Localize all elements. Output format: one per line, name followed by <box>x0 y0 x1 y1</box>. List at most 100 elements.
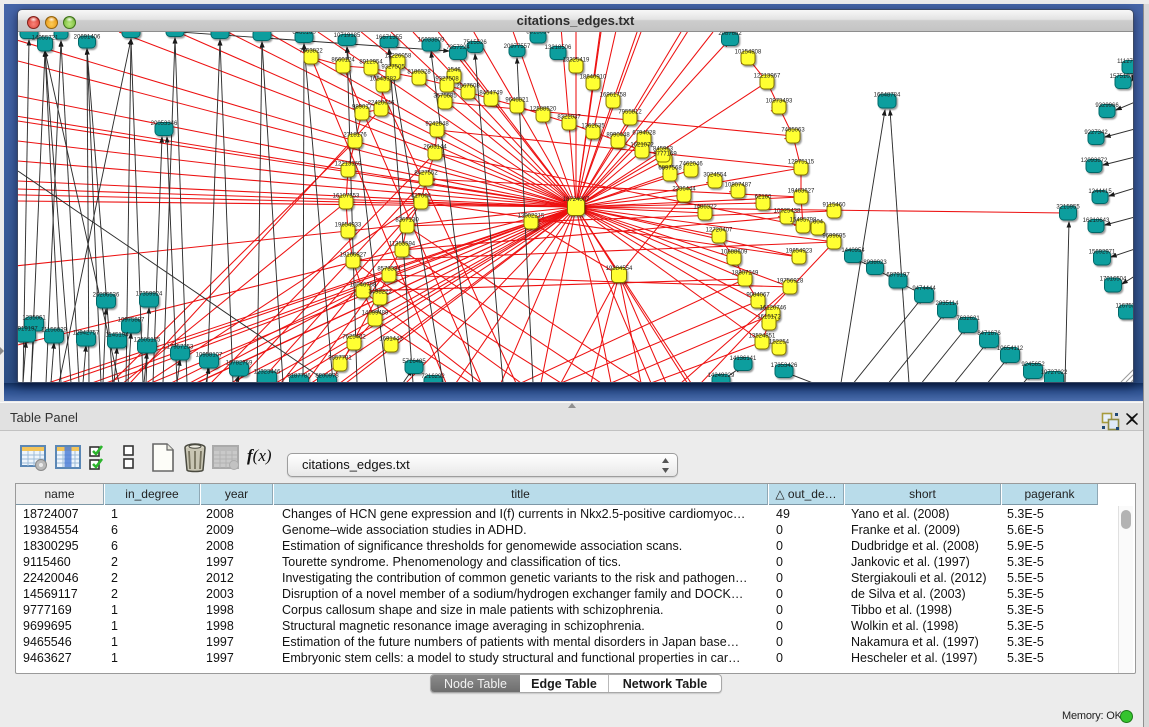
svg-text:19166827: 19166827 <box>340 253 367 259</box>
svg-text:9327508: 9327508 <box>435 77 459 83</box>
svg-text:19654923: 19654923 <box>786 249 813 255</box>
svg-text:7625402: 7625402 <box>342 335 366 341</box>
svg-text:9329966: 9329966 <box>1095 103 1119 109</box>
svg-text:11127527: 11127527 <box>1117 59 1134 65</box>
svg-text:1145194: 1145194 <box>106 333 130 339</box>
svg-text:9646821: 9646821 <box>505 98 529 104</box>
svg-text:18945267: 18945267 <box>48 32 75 34</box>
svg-text:12588520: 12588520 <box>530 107 557 113</box>
svg-text:16543382: 16543382 <box>370 77 397 83</box>
svg-text:8990448: 8990448 <box>606 133 630 139</box>
svg-text:8454749: 8454749 <box>479 91 503 97</box>
svg-text:17353426: 17353426 <box>771 363 798 369</box>
svg-text:9699695: 9699695 <box>822 234 846 240</box>
svg-text:9227342: 9227342 <box>1084 130 1108 136</box>
svg-text:9242848: 9242848 <box>425 122 449 128</box>
svg-text:16210643: 16210643 <box>1083 218 1110 224</box>
svg-text:11353594: 11353594 <box>389 242 416 248</box>
svg-text:2867608: 2867608 <box>456 84 480 90</box>
svg-text:8912954: 8912954 <box>359 60 383 66</box>
svg-text:10046788: 10046788 <box>350 283 377 289</box>
svg-text:7663822: 7663822 <box>299 49 323 55</box>
svg-text:10807487: 10807487 <box>725 183 752 189</box>
svg-text:12213369: 12213369 <box>335 162 362 168</box>
svg-text:16648784: 16648784 <box>874 93 901 99</box>
svg-text:8427552: 8427552 <box>414 171 438 177</box>
svg-text:13325419: 13325419 <box>563 58 590 64</box>
svg-text:8322037: 8322037 <box>557 115 581 121</box>
svg-text:10958107: 10958107 <box>196 353 223 359</box>
svg-text:10654112: 10654112 <box>997 346 1024 352</box>
svg-text:18640910: 18640910 <box>580 75 607 81</box>
svg-text:7462046: 7462046 <box>679 162 703 168</box>
svg-text:17359924: 17359924 <box>136 292 163 298</box>
svg-text:3675685: 3675685 <box>433 94 457 100</box>
svg-text:152254: 152254 <box>769 340 790 346</box>
svg-text:2087682: 2087682 <box>718 32 742 37</box>
svg-text:9474444: 9474444 <box>912 286 936 292</box>
svg-text:15692971: 15692971 <box>1089 250 1116 256</box>
svg-text:10688609: 10688609 <box>721 250 748 256</box>
svg-text:1362635: 1362635 <box>581 124 605 130</box>
svg-text:1244415: 1244415 <box>1088 189 1112 195</box>
svg-text:1440954: 1440954 <box>841 248 865 254</box>
svg-text:12720407: 12720407 <box>706 228 733 234</box>
svg-text:19463627: 19463627 <box>788 189 815 195</box>
svg-text:9245652: 9245652 <box>1021 362 1045 368</box>
svg-text:7515526: 7515526 <box>463 40 487 46</box>
svg-text:1527602: 1527602 <box>250 32 274 34</box>
svg-text:1691443: 1691443 <box>379 337 403 343</box>
svg-text:14099489: 14099489 <box>362 311 389 317</box>
svg-text:20206536: 20206536 <box>93 293 120 299</box>
svg-text:9187786: 9187786 <box>287 374 311 380</box>
svg-text:10154808: 10154808 <box>735 50 762 56</box>
svg-text:8660124: 8660124 <box>331 58 355 64</box>
svg-text:10973493: 10973493 <box>766 99 793 105</box>
svg-text:12942757: 12942757 <box>73 331 100 337</box>
svg-text:1621072: 1621072 <box>630 143 654 149</box>
svg-text:7216292: 7216292 <box>421 374 445 380</box>
svg-text:19756928: 19756928 <box>777 279 804 285</box>
svg-text:2718176: 2718176 <box>343 133 367 139</box>
svg-text:2603144: 2603144 <box>423 145 447 151</box>
svg-text:20691406: 20691406 <box>74 35 101 41</box>
svg-text:17957253: 17957253 <box>167 345 194 351</box>
svg-text:8267130: 8267130 <box>395 218 419 224</box>
svg-text:9857791: 9857791 <box>328 356 352 362</box>
svg-text:417004: 417004 <box>411 194 432 200</box>
svg-text:8186328: 8186328 <box>407 70 431 76</box>
svg-text:16120746: 16120746 <box>760 306 787 312</box>
svg-text:19384554: 19384554 <box>606 266 633 272</box>
svg-text:1235061: 1235061 <box>22 316 46 322</box>
svg-text:20053346: 20053346 <box>151 121 178 127</box>
svg-text:9115460: 9115460 <box>823 203 847 209</box>
svg-text:17016504: 17016504 <box>1100 277 1127 283</box>
svg-text:7955812: 7955812 <box>618 110 642 116</box>
svg-text:13218506: 13218506 <box>545 45 572 51</box>
svg-text:10025438: 10025438 <box>774 209 801 215</box>
svg-text:2935114: 2935114 <box>936 301 960 307</box>
svg-text:7632621: 7632621 <box>956 316 980 322</box>
svg-text:62160: 62160 <box>755 195 772 201</box>
svg-text:1167533: 1167533 <box>1116 304 1134 310</box>
svg-text:3498222: 3498222 <box>368 290 392 296</box>
svg-text:12213967: 12213967 <box>754 74 781 80</box>
svg-text:3919197: 3919197 <box>18 327 38 333</box>
svg-text:16107553: 16107553 <box>333 194 360 200</box>
svg-text:13226058: 13226058 <box>385 54 412 60</box>
svg-text:19654933: 19654933 <box>335 223 362 229</box>
svg-text:10727022: 10727022 <box>1041 370 1068 376</box>
svg-text:11156829: 11156829 <box>41 328 67 334</box>
svg-text:8578334: 8578334 <box>377 267 401 273</box>
svg-text:16961758: 16961758 <box>600 93 627 99</box>
svg-text:9084067: 9084067 <box>746 293 770 299</box>
svg-text:1615172: 1615172 <box>757 315 781 321</box>
svg-text:14136141: 14136141 <box>730 356 757 362</box>
svg-text:8200978: 8200978 <box>315 374 339 380</box>
svg-text:9327505: 9327505 <box>381 65 405 71</box>
svg-text:10975887: 10975887 <box>118 318 145 324</box>
svg-text:6794028: 6794028 <box>632 131 656 137</box>
svg-text:7485063: 7485063 <box>781 128 805 134</box>
svg-text:16033809: 16033809 <box>418 38 445 44</box>
svg-text:12975115: 12975115 <box>788 160 815 166</box>
